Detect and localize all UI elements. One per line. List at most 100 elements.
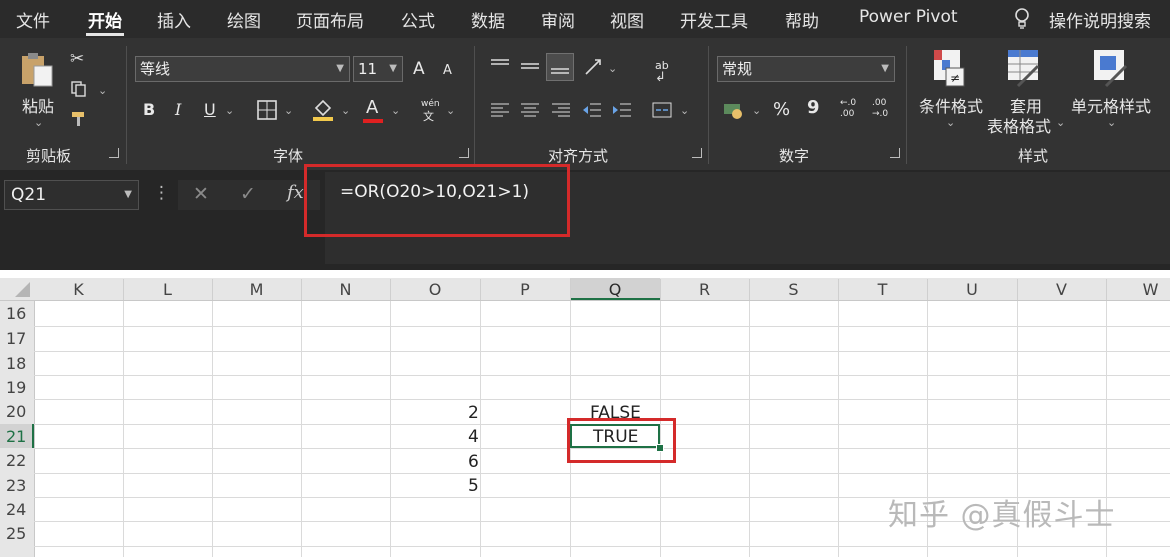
cell-o22[interactable]: 6 bbox=[468, 452, 479, 472]
row-header-16[interactable]: 16 bbox=[6, 304, 26, 323]
font-size-combobox[interactable]: 11 ▼ bbox=[353, 56, 403, 82]
row-header-17[interactable]: 17 bbox=[6, 329, 26, 348]
copy-icon[interactable] bbox=[70, 80, 88, 103]
orientation-dropdown-icon[interactable]: ⌄ bbox=[608, 62, 617, 75]
column-divider[interactable] bbox=[390, 279, 391, 300]
cell-styles-dropdown-icon[interactable]: ⌄ bbox=[1107, 116, 1116, 129]
cell-o20[interactable]: 2 bbox=[468, 403, 479, 423]
align-left-icon[interactable] bbox=[490, 101, 510, 124]
font-launcher-icon[interactable] bbox=[459, 148, 469, 158]
name-box[interactable]: Q21 ▼ bbox=[4, 180, 139, 210]
align-top-icon[interactable] bbox=[490, 57, 510, 80]
column-header-p[interactable]: P bbox=[480, 280, 570, 299]
select-all-button[interactable] bbox=[0, 278, 34, 300]
tab-file[interactable]: 文件 bbox=[16, 7, 50, 32]
column-header-n[interactable]: N bbox=[301, 280, 390, 299]
bold-button[interactable]: B bbox=[143, 100, 155, 119]
row-header-25[interactable]: 25 bbox=[6, 524, 26, 543]
enter-icon[interactable]: ✓ bbox=[240, 183, 256, 205]
tab-insert[interactable]: 插入 bbox=[157, 7, 191, 32]
row-header-21[interactable]: 21 bbox=[6, 427, 26, 446]
font-name-combobox[interactable]: 等线 ▼ bbox=[135, 56, 350, 82]
format-as-table-dropdown-icon[interactable]: ⌄ bbox=[1056, 116, 1065, 129]
tab-review[interactable]: 审阅 bbox=[541, 7, 575, 32]
align-right-icon[interactable] bbox=[551, 101, 571, 124]
fill-color-dropdown-icon[interactable]: ⌄ bbox=[341, 104, 350, 117]
fill-color-icon[interactable] bbox=[312, 98, 334, 127]
clipboard-launcher-icon[interactable] bbox=[109, 148, 119, 158]
column-divider[interactable] bbox=[1106, 279, 1107, 300]
column-divider[interactable] bbox=[1017, 279, 1018, 300]
tab-data[interactable]: 数据 bbox=[471, 7, 505, 32]
column-divider[interactable] bbox=[838, 279, 839, 300]
cancel-icon[interactable]: ✕ bbox=[193, 183, 209, 205]
currency-icon[interactable] bbox=[723, 100, 745, 125]
borders-icon[interactable] bbox=[257, 100, 277, 125]
column-divider[interactable] bbox=[123, 279, 124, 300]
row-header-24[interactable]: 24 bbox=[6, 500, 26, 519]
column-divider[interactable] bbox=[480, 279, 481, 300]
format-as-table-icon[interactable] bbox=[1006, 48, 1042, 93]
font-color-dropdown-icon[interactable]: ⌄ bbox=[391, 104, 400, 117]
phonetic-dropdown-icon[interactable]: ⌄ bbox=[446, 104, 455, 117]
row-header-23[interactable]: 23 bbox=[6, 476, 26, 495]
tab-formulas[interactable]: 公式 bbox=[401, 7, 435, 32]
tab-draw[interactable]: 绘图 bbox=[227, 7, 261, 32]
column-header-l[interactable]: L bbox=[123, 280, 212, 299]
underline-dropdown-icon[interactable]: ⌄ bbox=[225, 104, 234, 117]
cell-o23[interactable]: 5 bbox=[468, 476, 479, 496]
italic-button[interactable]: I bbox=[175, 100, 181, 119]
decrease-indent-icon[interactable] bbox=[582, 101, 602, 124]
paste-icon[interactable] bbox=[18, 50, 58, 95]
cut-icon[interactable]: ✂ bbox=[70, 49, 84, 69]
column-divider[interactable] bbox=[749, 279, 750, 300]
column-header-r[interactable]: R bbox=[660, 280, 749, 299]
tab-page-layout[interactable]: 页面布局 bbox=[296, 7, 364, 32]
column-divider[interactable] bbox=[570, 279, 571, 300]
underline-button[interactable]: U bbox=[204, 100, 216, 119]
column-header-w[interactable]: W bbox=[1106, 280, 1170, 299]
comma-style-button[interactable]: 9 bbox=[807, 97, 820, 118]
format-painter-icon[interactable] bbox=[70, 110, 88, 133]
number-format-combobox[interactable]: 常规 ▼ bbox=[717, 56, 895, 82]
column-divider[interactable] bbox=[927, 279, 928, 300]
orientation-icon[interactable] bbox=[583, 57, 603, 82]
cell-o21[interactable]: 4 bbox=[468, 427, 479, 447]
column-header-v[interactable]: V bbox=[1017, 280, 1106, 299]
conditional-formatting-icon[interactable]: ≠ bbox=[932, 48, 968, 93]
row-header-20[interactable]: 20 bbox=[6, 402, 26, 421]
shrink-font-button[interactable]: A bbox=[443, 63, 452, 78]
row-header-22[interactable]: 22 bbox=[6, 451, 26, 470]
align-bottom-button[interactable] bbox=[546, 53, 574, 81]
alignment-launcher-icon[interactable] bbox=[692, 148, 702, 158]
number-launcher-icon[interactable] bbox=[890, 148, 900, 158]
column-header-o[interactable]: O bbox=[390, 280, 480, 299]
increase-decimal-button[interactable]: ←.0 bbox=[840, 98, 856, 108]
currency-dropdown-icon[interactable]: ⌄ bbox=[752, 104, 761, 117]
tab-home[interactable]: 开始 bbox=[88, 7, 122, 32]
conditional-formatting-button[interactable]: 条件格式 bbox=[919, 93, 983, 117]
align-center-icon[interactable] bbox=[520, 101, 540, 124]
cell-styles-icon[interactable] bbox=[1092, 48, 1128, 93]
column-header-q[interactable]: Q bbox=[570, 280, 660, 299]
column-header-t[interactable]: T bbox=[838, 280, 927, 299]
row-header-19[interactable]: 19 bbox=[6, 378, 26, 397]
more-options-icon[interactable]: ⋮ bbox=[153, 183, 170, 203]
copy-dropdown-icon[interactable]: ⌄ bbox=[98, 84, 107, 97]
column-header-s[interactable]: S bbox=[749, 280, 838, 299]
tab-help[interactable]: 帮助 bbox=[785, 7, 819, 32]
column-divider[interactable] bbox=[660, 279, 661, 300]
column-header-m[interactable]: M bbox=[212, 280, 301, 299]
tell-me-search[interactable]: 操作说明搜索 bbox=[1049, 7, 1151, 32]
merge-center-icon[interactable] bbox=[652, 101, 672, 124]
tab-view[interactable]: 视图 bbox=[610, 7, 644, 32]
merge-dropdown-icon[interactable]: ⌄ bbox=[680, 104, 689, 117]
align-middle-icon[interactable] bbox=[520, 57, 540, 80]
grow-font-button[interactable]: A bbox=[413, 59, 425, 79]
increase-indent-icon[interactable] bbox=[612, 101, 632, 124]
column-header-u[interactable]: U bbox=[927, 280, 1017, 299]
paste-button[interactable]: 粘贴 bbox=[22, 93, 54, 117]
column-divider[interactable] bbox=[301, 279, 302, 300]
insert-function-button[interactable]: fx bbox=[287, 182, 304, 203]
decrease-decimal-value[interactable]: .00 bbox=[872, 98, 886, 108]
